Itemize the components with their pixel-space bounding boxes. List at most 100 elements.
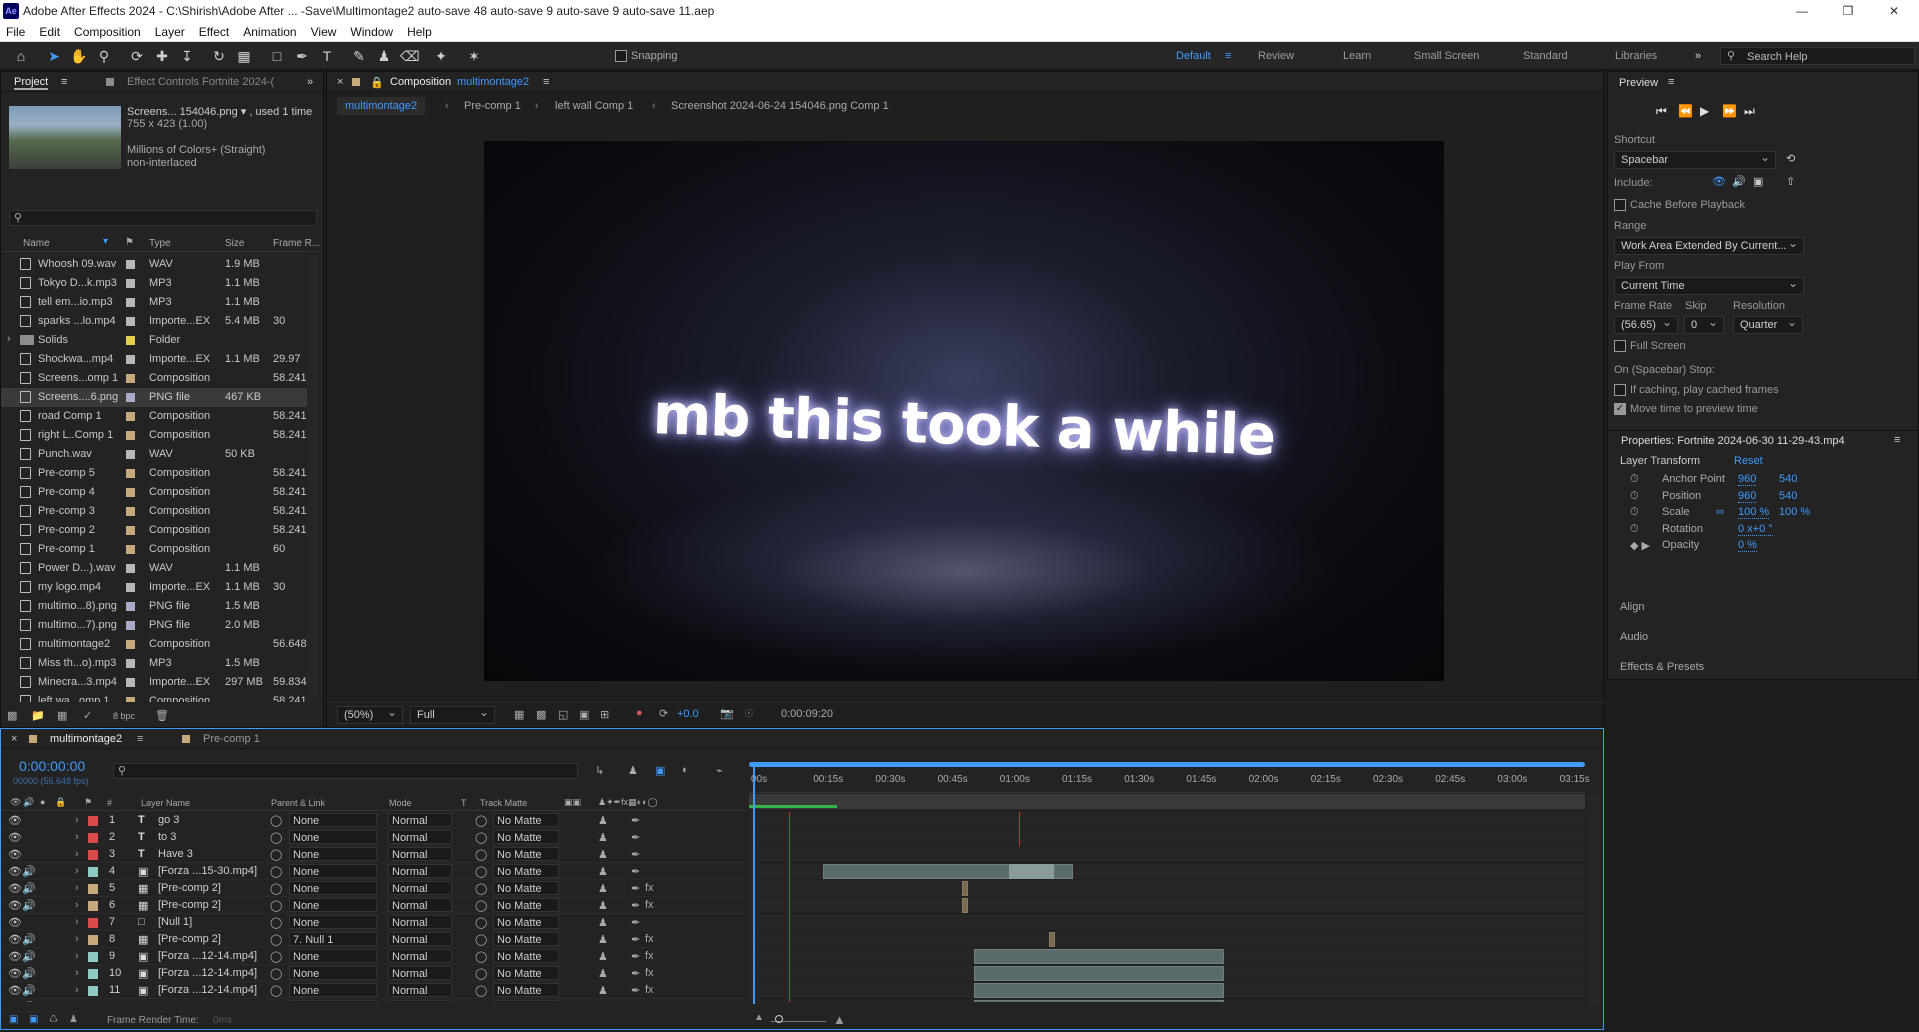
prev-frame-icon[interactable]: ⏪ <box>1678 104 1693 118</box>
project-item[interactable]: Shockwa...mp4 Importe...EX 1.1 MB 29.97 <box>1 350 307 369</box>
video-toggle-icon[interactable]: 👁 <box>10 797 21 808</box>
eye-icon[interactable]: 👁 <box>8 882 22 895</box>
anchor-tool-icon[interactable]: ▦ <box>235 47 253 65</box>
rotate-tool-icon[interactable]: ↻ <box>210 47 228 65</box>
pickwhip-icon[interactable]: ◯ <box>270 933 282 946</box>
timeline-timecode[interactable]: 0:00:00:00 <box>19 758 85 774</box>
comp-mini-flowchart-icon[interactable]: ↳ <box>595 764 604 777</box>
skip-dropdown[interactable]: 0 <box>1684 315 1724 334</box>
eye-icon[interactable]: 👁 <box>8 1001 22 1002</box>
mode-dropdown[interactable]: Normal <box>388 830 452 844</box>
eye-icon[interactable]: 👁 <box>8 814 22 827</box>
expand-arrow-icon[interactable]: › <box>7 333 11 345</box>
mode-dropdown[interactable]: Normal <box>388 881 452 895</box>
zoom-tool-icon[interactable]: ⚲ <box>95 47 113 65</box>
eye-icon[interactable]: 👁 <box>8 933 22 946</box>
item-label-color[interactable] <box>126 317 135 326</box>
parent-dropdown[interactable]: None <box>289 1000 377 1002</box>
project-item[interactable]: › Solids Folder <box>1 331 307 350</box>
pickwhip-icon[interactable]: ◯ <box>270 967 282 980</box>
effects-switch-icon[interactable]: fx <box>645 933 654 945</box>
stopwatch-icon[interactable]: ⏱ <box>1630 506 1639 519</box>
effects-switch-icon[interactable]: fx <box>645 899 654 911</box>
item-label-color[interactable] <box>126 545 135 554</box>
property-value[interactable]: 960 <box>1738 490 1757 503</box>
shy-switch-icon[interactable]: ♟ <box>598 865 608 878</box>
in-out-icon[interactable]: ♺ <box>49 1014 58 1025</box>
layer-name[interactable]: [Pre-comp 2] <box>158 899 221 911</box>
pickwhip-icon[interactable]: ◯ <box>270 899 282 912</box>
layer-label-color[interactable] <box>88 833 98 843</box>
comp-menu-icon[interactable]: ≡ <box>543 76 549 88</box>
fast-preview-icon[interactable]: ▦ <box>514 708 524 721</box>
eye-icon[interactable]: 👁 <box>8 831 22 844</box>
layer-label-color[interactable] <box>88 884 98 894</box>
workspace-libraries[interactable]: Libraries <box>1615 50 1657 62</box>
parent-dropdown[interactable]: None <box>289 881 377 895</box>
expand-arrow-icon[interactable]: › <box>75 882 79 894</box>
pickwhip-icon[interactable]: ◯ <box>270 831 282 844</box>
parent-dropdown[interactable]: 7. Null 1 <box>289 932 377 946</box>
track-matte-dropdown[interactable]: No Matte <box>493 949 559 963</box>
layer-row[interactable]: 👁🔊 › 12 ▣ [Forza ...12-14.mp4] ◯ None Normal ◯ No… <box>1 999 746 1002</box>
effects-switch-icon[interactable]: fx <box>645 967 654 979</box>
project-item[interactable]: sparks ...lo.mp4 Importe...EX 5.4 MB 30 <box>1 312 307 331</box>
workspace-default[interactable]: Default <box>1176 50 1211 62</box>
property-value[interactable]: 540 <box>1779 490 1797 502</box>
property-value[interactable]: 100 % <box>1779 506 1810 518</box>
project-item[interactable]: tell em...io.mp3 MP3 1.1 MB <box>1 293 307 312</box>
quality-switch-icon[interactable]: ✒ <box>631 967 640 980</box>
item-label-color[interactable] <box>126 355 135 364</box>
expand-arrow-icon[interactable]: › <box>75 848 79 860</box>
mode-dropdown[interactable]: Normal <box>388 983 452 997</box>
item-label-color[interactable] <box>126 431 135 440</box>
color-channels-icon[interactable]: ● <box>636 707 643 719</box>
item-label-color[interactable] <box>126 488 135 497</box>
constrain-link-icon[interactable]: ∞ <box>1716 506 1724 518</box>
cache-before-playback-checkbox[interactable] <box>1614 199 1626 211</box>
layer-row[interactable]: 👁 › 1 Tgo 3 ◯ None Normal ◯ No Matte ♟ ✒ <box>1 812 746 829</box>
puppet-tool-icon[interactable]: ✶ <box>465 47 483 65</box>
item-label-color[interactable] <box>126 564 135 573</box>
preview-menu-icon[interactable]: ≡ <box>1668 76 1674 88</box>
item-label-color[interactable] <box>126 412 135 421</box>
parent-dropdown[interactable]: None <box>289 830 377 844</box>
project-item[interactable]: multimo...7).png PNG file 2.0 MB <box>1 616 307 635</box>
workspace-small-screen[interactable]: Small Screen <box>1414 50 1479 62</box>
color-management-icon[interactable]: ⟳ <box>659 707 668 720</box>
first-frame-icon[interactable]: ⏮ <box>1656 104 1667 119</box>
shy-switch-icon[interactable]: ♟ <box>598 899 608 912</box>
audio-section[interactable]: Audio <box>1620 631 1648 643</box>
parent-dropdown[interactable]: None <box>289 864 377 878</box>
item-label-color[interactable] <box>126 374 135 383</box>
hand-tool-icon[interactable]: ✋ <box>70 47 88 65</box>
layer-name[interactable]: Have 3 <box>158 848 193 860</box>
track-matte-dropdown[interactable]: No Matte <box>493 1000 559 1002</box>
effects-switch-icon[interactable]: fx <box>645 984 654 996</box>
quality-switch-icon[interactable]: ✒ <box>631 984 640 997</box>
track-matte-dropdown[interactable]: No Matte <box>493 881 559 895</box>
last-frame-icon[interactable]: ⏭ <box>1744 104 1755 119</box>
matte-pickwhip-icon[interactable]: ◯ <box>475 916 487 929</box>
project-item[interactable]: Punch.wav WAV 50 KB <box>1 445 307 464</box>
layer-switches-icon[interactable]: ▣ <box>9 1014 18 1025</box>
breadcrumb-item[interactable]: Pre-comp 1 <box>464 100 521 112</box>
layer-row[interactable]: 👁 🔊 › 4 ▣ [Forza ...15-30.mp4] ◯ None Normal ◯ No … <box>1 863 746 880</box>
matte-pickwhip-icon[interactable]: ◯ <box>475 882 487 895</box>
track-matte-dropdown[interactable]: No Matte <box>493 966 559 980</box>
range-dropdown[interactable]: Work Area Extended By Current... <box>1614 236 1804 255</box>
item-label-color[interactable] <box>126 602 135 611</box>
track-matte-dropdown[interactable]: No Matte <box>493 932 559 946</box>
mode-dropdown[interactable]: Normal <box>388 898 452 912</box>
layer-label-color[interactable] <box>88 918 98 928</box>
pickwhip-icon[interactable]: ◯ <box>270 882 282 895</box>
matte-pickwhip-icon[interactable]: ◯ <box>475 848 487 861</box>
resolution-dropdown[interactable]: Full <box>410 705 495 724</box>
expand-arrow-icon[interactable]: › <box>75 899 79 911</box>
speaker-icon[interactable]: 🔊 <box>22 933 36 946</box>
shy-switch-icon[interactable]: ♟ <box>598 848 608 861</box>
label-column-icon[interactable]: ⚑ <box>84 797 92 808</box>
stopwatch-icon[interactable]: ◆ ▶ <box>1630 539 1650 552</box>
menu-edit[interactable]: Edit <box>39 25 60 39</box>
graph-editor-icon[interactable]: ⌁ <box>716 764 723 777</box>
